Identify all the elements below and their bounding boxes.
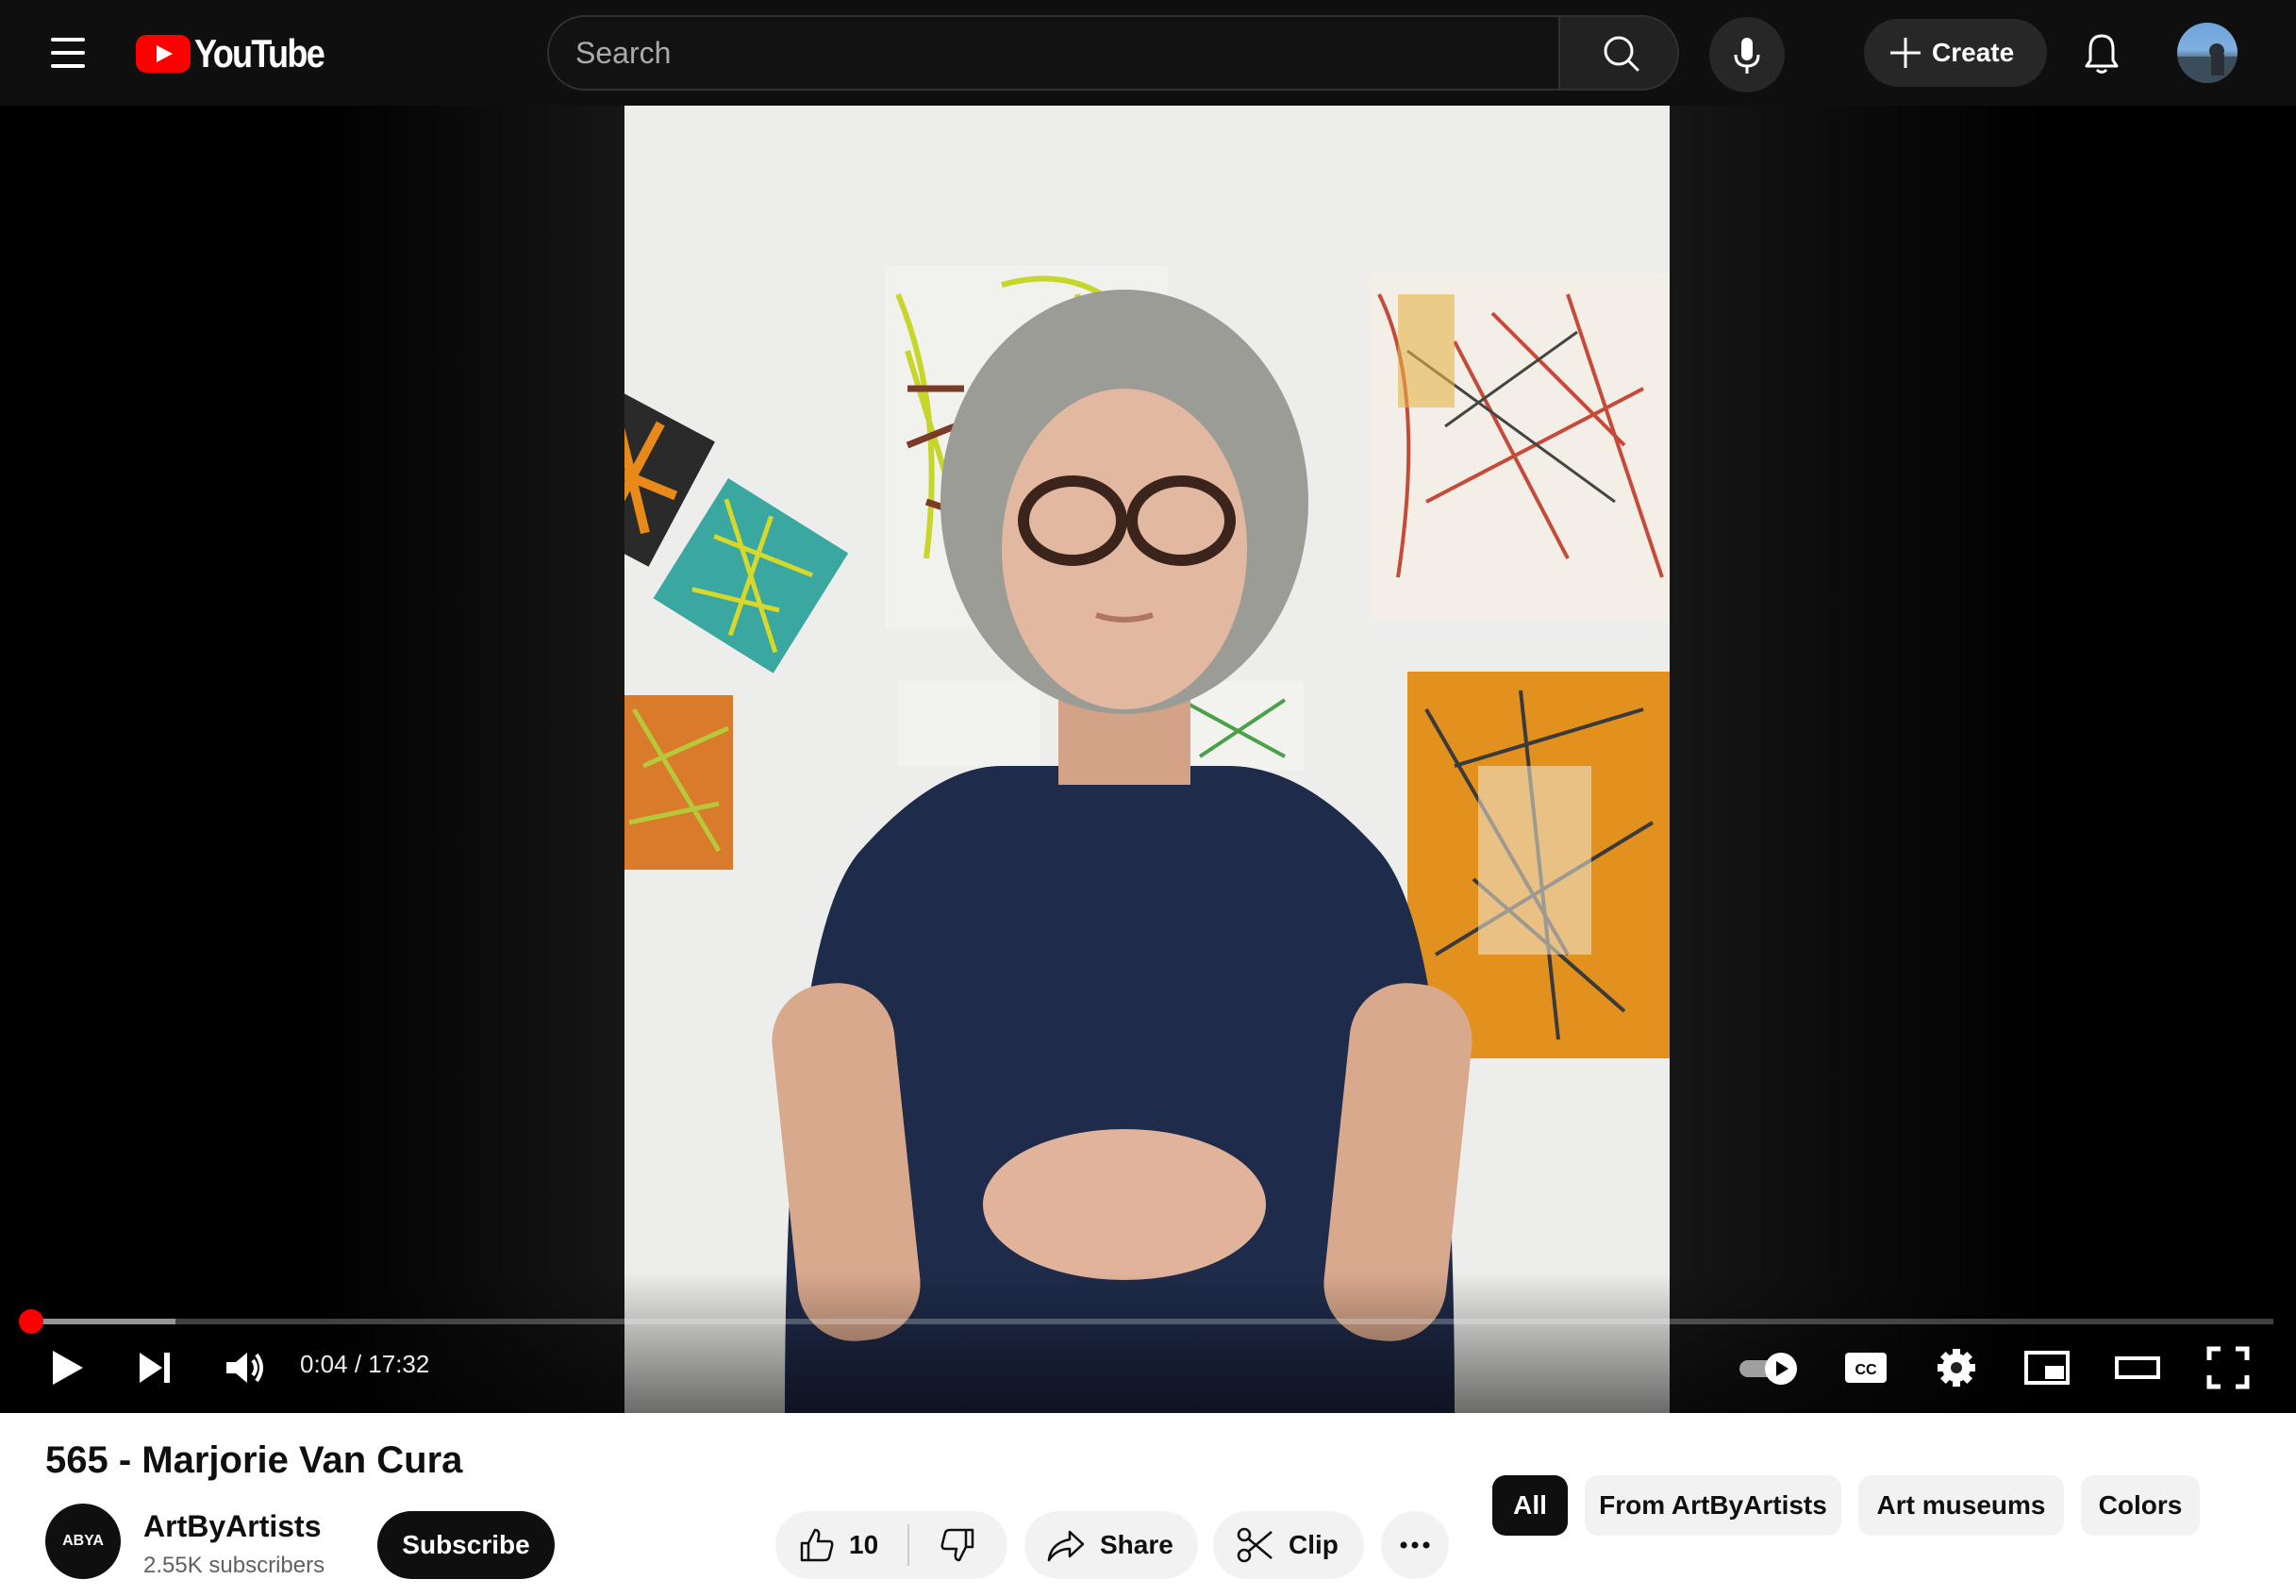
svg-text:CC: CC — [1855, 1362, 1877, 1378]
chip-from-artbyartists[interactable]: From ArtByArtists — [1585, 1475, 1841, 1536]
avatar-photo-icon — [2177, 43, 2238, 83]
like-dislike-group: 10 — [775, 1511, 1007, 1579]
skip-next-icon — [140, 1353, 170, 1383]
channel-name[interactable]: ArtByArtists — [143, 1509, 321, 1544]
video-frame[interactable] — [624, 106, 1670, 1413]
fullscreen-button[interactable] — [2198, 1338, 2258, 1398]
share-label: Share — [1100, 1530, 1173, 1559]
channel-avatar[interactable]: ABYA — [45, 1504, 121, 1579]
buffer-bar — [23, 1319, 175, 1324]
youtube-logo[interactable]: YouTube — [136, 31, 344, 75]
scrubber-handle[interactable] — [19, 1309, 43, 1334]
artwork-wall-image — [624, 106, 1670, 1413]
gear-icon — [1938, 1349, 1975, 1387]
search-input[interactable] — [575, 17, 1519, 89]
scissors-icon — [1237, 1527, 1273, 1563]
video-player[interactable]: 0:04 / 17:32 CC — [0, 106, 2296, 1413]
like-count: 10 — [849, 1530, 879, 1559]
subtitles-button[interactable]: CC — [1836, 1338, 1896, 1398]
bell-icon — [2085, 34, 2119, 74]
chip-all[interactable]: All — [1492, 1475, 1568, 1536]
clip-button[interactable]: Clip — [1213, 1511, 1364, 1579]
time-display: 0:04 / 17:32 — [300, 1350, 430, 1378]
notifications-button[interactable] — [2071, 23, 2132, 83]
menu-icon[interactable] — [38, 25, 98, 81]
settings-button[interactable] — [1926, 1338, 1987, 1398]
clip-label: Clip — [1289, 1530, 1339, 1559]
search-icon — [1604, 36, 1639, 72]
like-button[interactable]: 10 — [775, 1511, 907, 1579]
share-arrow-icon — [1047, 1530, 1085, 1562]
search-button[interactable] — [1558, 15, 1679, 91]
dislike-button[interactable] — [909, 1511, 1006, 1579]
top-bar: YouTube Create — [0, 0, 2296, 106]
miniplayer-icon — [2024, 1351, 2070, 1385]
more-actions-button[interactable] — [1381, 1511, 1449, 1579]
volume-icon — [226, 1353, 263, 1383]
youtube-play-logo-icon — [136, 35, 191, 73]
create-label: Create — [1932, 38, 2015, 67]
volume-button[interactable] — [213, 1338, 274, 1398]
play-button[interactable] — [36, 1338, 96, 1398]
share-button[interactable]: Share — [1024, 1511, 1198, 1579]
subscribe-button[interactable]: Subscribe — [377, 1511, 555, 1579]
theater-mode-button[interactable] — [2107, 1338, 2168, 1398]
chip-colors[interactable]: Colors — [2081, 1475, 2200, 1536]
chip-art-museums[interactable]: Art museums — [1858, 1475, 2064, 1536]
next-button[interactable] — [125, 1338, 185, 1398]
voice-search-button[interactable] — [1709, 17, 1785, 92]
create-button[interactable]: Create — [1864, 19, 2047, 87]
plus-icon — [1890, 38, 1921, 68]
video-title: 565 - Marjorie Van Cura — [45, 1439, 463, 1481]
account-avatar[interactable] — [2177, 23, 2238, 83]
subscriber-count: 2.55K subscribers — [143, 1553, 325, 1578]
logo-text: YouTube — [194, 31, 325, 75]
theater-mode-icon — [2115, 1356, 2160, 1379]
fullscreen-icon — [2206, 1346, 2250, 1389]
closed-captions-icon: CC — [1845, 1353, 1887, 1383]
microphone-icon — [1734, 38, 1760, 74]
thumbs-up-icon — [800, 1528, 834, 1562]
autoplay-toggle[interactable] — [1738, 1338, 1804, 1398]
autoplay-toggle-icon — [1739, 1353, 1797, 1385]
search-box — [547, 15, 1560, 91]
progress-bar[interactable] — [23, 1319, 2273, 1324]
thumbs-down-icon — [940, 1528, 974, 1562]
play-icon — [53, 1351, 83, 1385]
miniplayer-button[interactable] — [2017, 1338, 2077, 1398]
channel-avatar-text: ABYA — [62, 1533, 104, 1549]
more-horizontal-icon — [1400, 1541, 1430, 1549]
